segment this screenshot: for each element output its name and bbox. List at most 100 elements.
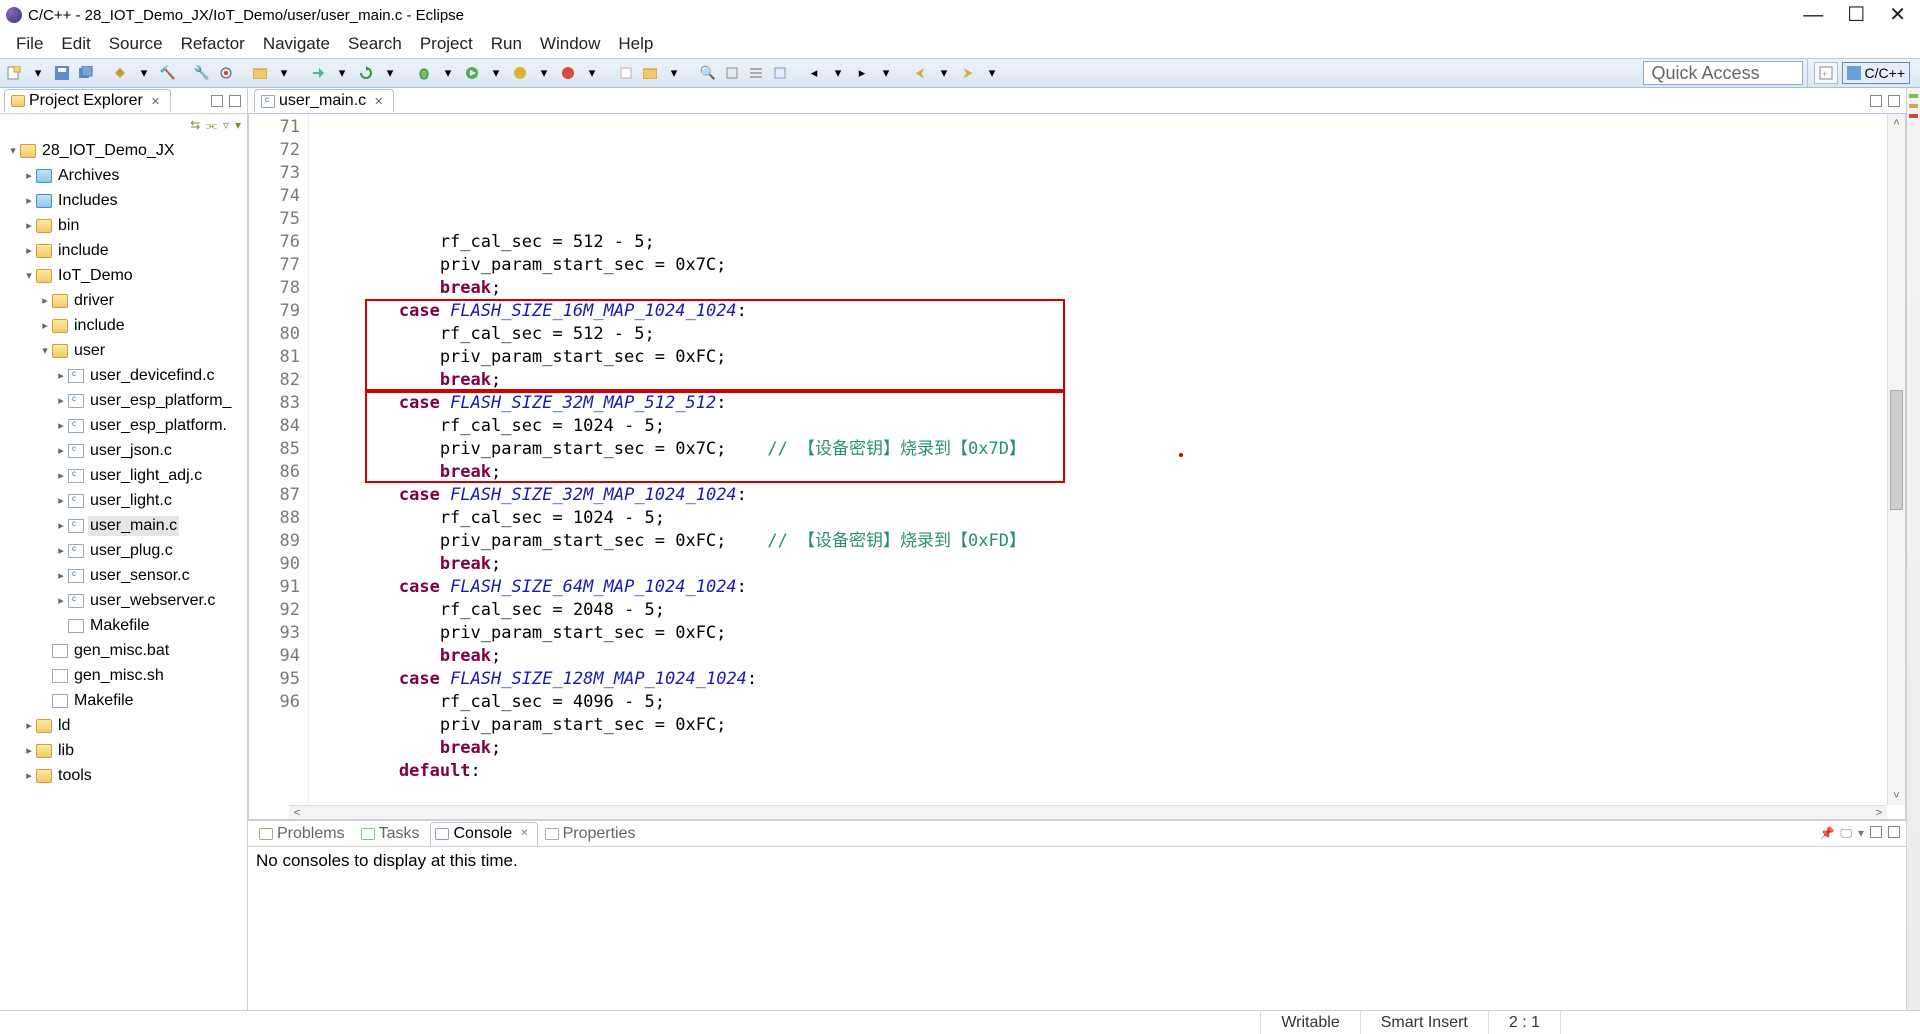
tab-properties[interactable]: Properties — [540, 822, 645, 846]
menu-file[interactable]: File — [8, 32, 51, 56]
scroll-down-icon[interactable]: ˅ — [1888, 787, 1905, 805]
tree-item[interactable]: ▸user_devicefind.c — [4, 363, 247, 388]
tree-item[interactable]: ▸user_json.c — [4, 438, 247, 463]
minimize-button[interactable]: — — [1803, 6, 1823, 24]
quick-access-field[interactable]: Quick Access — [1643, 61, 1803, 85]
code-line[interactable]: priv_param_start_sec = 0xFC; — [317, 622, 1905, 645]
expand-icon[interactable]: ▸ — [38, 319, 52, 332]
collapse-icon[interactable]: ▾ — [22, 269, 36, 282]
toggle-mark-icon[interactable] — [722, 63, 742, 83]
perspective-cpp[interactable]: C/C++ — [1842, 62, 1910, 84]
minimize-view-icon[interactable] — [1870, 826, 1882, 838]
expand-icon[interactable]: ▸ — [54, 369, 68, 382]
tree-item[interactable]: ▾IoT_Demo — [4, 263, 247, 288]
code-line[interactable]: rf_cal_sec = 1024 - 5; — [317, 415, 1905, 438]
close-button[interactable]: ✕ — [1889, 6, 1906, 24]
step-button[interactable] — [308, 63, 328, 83]
editor-tab-user-main[interactable]: user_main.c ✕ — [254, 89, 394, 112]
code-line[interactable]: rf_cal_sec = 2048 - 5; — [317, 599, 1905, 622]
menu-help[interactable]: Help — [610, 32, 661, 56]
code-line[interactable]: break; — [317, 553, 1905, 576]
code-line[interactable]: rf_cal_sec = 512 - 5; — [317, 231, 1905, 254]
next-annotation-icon[interactable]: ▸ — [852, 63, 872, 83]
expand-icon[interactable]: ▸ — [22, 744, 36, 757]
tree-item[interactable]: ▸user_light.c — [4, 488, 247, 513]
dropdown-icon[interactable]: ▾ — [134, 63, 154, 83]
code-line[interactable]: case FLASH_SIZE_128M_MAP_1024_1024: — [317, 668, 1905, 691]
tree-item[interactable]: ▸Archives — [4, 163, 247, 188]
minimize-editor-icon[interactable] — [1870, 95, 1882, 107]
tree-item[interactable]: ▸user_light_adj.c — [4, 463, 247, 488]
scroll-right-icon[interactable]: ˃ — [1871, 806, 1887, 820]
tree-item[interactable]: Makefile — [4, 613, 247, 638]
save-button[interactable] — [52, 63, 72, 83]
dropdown-icon[interactable]: ▾ — [274, 63, 294, 83]
dropdown-icon[interactable]: ▾ — [934, 63, 954, 83]
tree-item[interactable]: ▸user_webserver.c — [4, 588, 247, 613]
tree-item[interactable]: ▸bin — [4, 213, 247, 238]
code-line[interactable]: case FLASH_SIZE_64M_MAP_1024_1024: — [317, 576, 1905, 599]
dropdown-icon[interactable]: ▾ — [1858, 826, 1864, 841]
expand-icon[interactable]: ▸ — [54, 394, 68, 407]
expand-icon[interactable]: ▸ — [22, 769, 36, 782]
expand-icon[interactable]: ▸ — [54, 544, 68, 557]
ext-tools-button[interactable] — [558, 63, 578, 83]
dropdown-icon[interactable]: ▾ — [486, 63, 506, 83]
filter-icon[interactable]: ▿ — [223, 118, 229, 132]
dropdown-icon[interactable]: ▾ — [582, 63, 602, 83]
code-line[interactable]: break; — [317, 277, 1905, 300]
expand-icon[interactable]: ▸ — [54, 444, 68, 457]
tree-item[interactable]: ▸user_esp_platform_ — [4, 388, 247, 413]
tree-item[interactable]: Makefile — [4, 688, 247, 713]
outline-icon[interactable] — [746, 63, 766, 83]
code-line[interactable]: break; — [317, 369, 1905, 392]
horizontal-scrollbar[interactable]: ˂ ˃ — [289, 805, 1887, 819]
profile-button[interactable] — [510, 63, 530, 83]
maximize-editor-icon[interactable] — [1888, 95, 1900, 107]
code-line[interactable]: rf_cal_sec = 1024 - 5; — [317, 507, 1905, 530]
expand-icon[interactable]: ▸ — [38, 294, 52, 307]
code-line[interactable]: break; — [317, 645, 1905, 668]
new-class-button[interactable] — [616, 63, 636, 83]
menu-source[interactable]: Source — [101, 32, 171, 56]
tree-item[interactable]: ▸user_plug.c — [4, 538, 247, 563]
expand-icon[interactable]: ▸ — [22, 169, 36, 182]
tree-item[interactable]: ▾28_IOT_Demo_JX — [4, 138, 247, 163]
menu-navigate[interactable]: Navigate — [255, 32, 338, 56]
expand-icon[interactable]: ▸ — [22, 719, 36, 732]
tree-item[interactable]: ▾user — [4, 338, 247, 363]
link-editor-icon[interactable]: ⫘ — [206, 118, 217, 133]
dropdown-icon[interactable]: ▾ — [664, 63, 684, 83]
dropdown-icon[interactable]: ▾ — [982, 63, 1002, 83]
tab-problems[interactable]: Problems — [254, 822, 354, 846]
tree-item[interactable]: ▸user_esp_platform. — [4, 413, 247, 438]
project-tree[interactable]: ▾28_IOT_Demo_JX▸Archives▸Includes▸bin▸in… — [0, 136, 247, 1010]
tree-item[interactable]: ▸user_sensor.c — [4, 563, 247, 588]
expand-icon[interactable]: ▸ — [54, 469, 68, 482]
menu-search[interactable]: Search — [340, 32, 410, 56]
code-line[interactable]: case FLASH_SIZE_16M_MAP_1024_1024: — [317, 300, 1905, 323]
display-console-icon[interactable]: 🖵 — [1840, 826, 1852, 841]
new-folder-button[interactable] — [640, 63, 660, 83]
close-icon[interactable]: ✕ — [374, 95, 383, 108]
new-button[interactable] — [4, 63, 24, 83]
nav-icon[interactable] — [770, 63, 790, 83]
tree-item[interactable]: ▸ld — [4, 713, 247, 738]
code-line[interactable]: priv_param_start_sec = 0x7C; // 【设备密钥】烧录… — [317, 438, 1905, 461]
search-icon[interactable]: 🔍 — [698, 63, 718, 83]
project-explorer-tab[interactable]: Project Explorer ✕ — [4, 89, 171, 112]
forward-icon[interactable]: ⮞ — [958, 63, 978, 83]
tree-item[interactable]: ▸include — [4, 313, 247, 338]
maximize-view-icon[interactable] — [229, 95, 241, 107]
scrollbar-thumb[interactable] — [1890, 390, 1903, 510]
hammer-icon[interactable]: 🔨 — [158, 63, 178, 83]
save-all-button[interactable] — [76, 63, 96, 83]
code-line[interactable]: priv_param_start_sec = 0xFC; — [317, 346, 1905, 369]
tree-item[interactable]: ▸include — [4, 238, 247, 263]
dropdown-icon[interactable]: ▾ — [828, 63, 848, 83]
tree-item[interactable]: ▸lib — [4, 738, 247, 763]
wrench-icon[interactable]: 🔧 — [192, 63, 212, 83]
dropdown-icon[interactable]: ▾ — [438, 63, 458, 83]
build-button[interactable] — [110, 63, 130, 83]
code-line[interactable]: rf_cal_sec = 4096 - 5; — [317, 691, 1905, 714]
